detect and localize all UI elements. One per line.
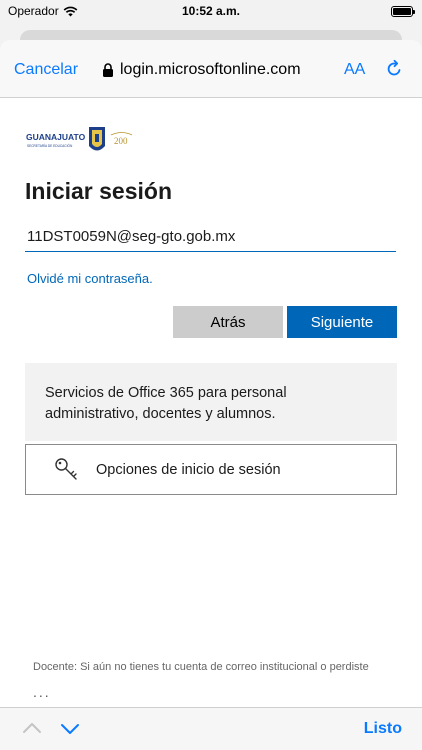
next-button[interactable]: Siguiente bbox=[287, 306, 397, 338]
chevron-up-icon[interactable] bbox=[22, 721, 42, 735]
logo-name: GUANAJUATO bbox=[26, 132, 86, 142]
footer-more-dots[interactable]: ... bbox=[33, 684, 51, 700]
text-size-label: AA bbox=[344, 61, 366, 78]
back-button[interactable]: Atrás bbox=[173, 306, 283, 338]
browser-nav-bar: Cancelar login.microsoftonline.com AA bbox=[0, 40, 422, 98]
signin-options-button[interactable]: Opciones de inicio de sesión bbox=[25, 444, 397, 495]
email-field[interactable] bbox=[25, 222, 396, 252]
page-title: Iniciar sesión bbox=[25, 178, 173, 204]
lock-icon bbox=[103, 63, 113, 77]
signin-page: GUANAJUATO SECRETARÍA DE EDUCACIÓN 200 I… bbox=[0, 98, 422, 707]
logo-badge: 200 bbox=[114, 136, 128, 146]
url-text: login.microsoftonline.com bbox=[120, 61, 301, 78]
text-size-button[interactable]: AA bbox=[344, 61, 365, 79]
form-toolbar: Listo bbox=[0, 707, 422, 750]
battery-icon bbox=[391, 6, 415, 17]
key-icon bbox=[55, 457, 77, 480]
forgot-password-link[interactable]: Olvidé mi contraseña. bbox=[27, 271, 153, 286]
chevron-down-icon[interactable] bbox=[60, 722, 80, 736]
logo-subtitle: SECRETARÍA DE EDUCACIÓN bbox=[27, 143, 73, 148]
done-button[interactable]: Listo bbox=[364, 720, 402, 738]
guanajuato-logo: GUANAJUATO SECRETARÍA DE EDUCACIÓN 200 bbox=[26, 127, 133, 151]
reload-icon[interactable] bbox=[384, 59, 404, 79]
url-display[interactable]: login.microsoftonline.com bbox=[102, 61, 328, 79]
info-box: Servicios de Office 365 para personal ad… bbox=[25, 363, 397, 441]
info-description: Servicios de Office 365 para personal ad… bbox=[45, 385, 287, 422]
clock: 10:52 a.m. bbox=[181, 4, 241, 18]
signin-options-label: Opciones de inicio de sesión bbox=[96, 461, 281, 478]
status-bar: Operador 10:52 a.m. bbox=[0, 0, 422, 24]
footer-note: Docente: Si aún no tienes tu cuenta de c… bbox=[33, 661, 369, 673]
cancel-button[interactable]: Cancelar bbox=[14, 61, 78, 79]
